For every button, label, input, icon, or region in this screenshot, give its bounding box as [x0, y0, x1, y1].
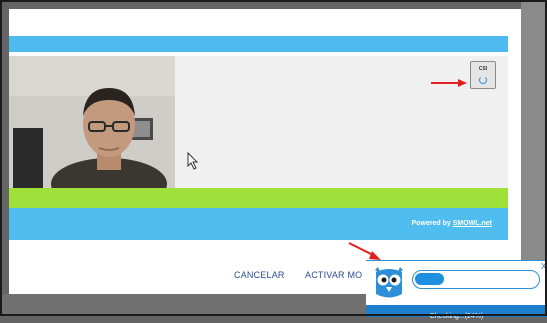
widget-status-bar: Checking...(24%) [366, 305, 547, 320]
arrow-annotation-icon [348, 242, 381, 260]
cursor-icon [187, 152, 199, 170]
powered-by-text: Powered by SMOWL.net [411, 220, 492, 227]
activate-button[interactable]: ACTIVAR MO [305, 270, 362, 280]
progress-bar [412, 270, 540, 289]
modal-footer-bar: Powered by SMOWL.net [9, 208, 508, 240]
camera-button-label: CSI [478, 66, 488, 72]
camera-refresh-button[interactable]: CSI [470, 61, 496, 89]
close-icon[interactable]: X [541, 262, 546, 271]
smowl-status-widget: X Checking...(24%) [366, 260, 547, 320]
powered-by-prefix: Powered by [411, 220, 453, 227]
cancel-button[interactable]: CANCELAR [234, 270, 285, 280]
webcam-image [9, 56, 175, 188]
owl-logo-icon [375, 267, 403, 298]
checking-status: Checking...(24%) [429, 313, 484, 320]
webcam-preview [9, 56, 175, 188]
modal-header-bar [9, 36, 508, 52]
arrow-annotation-icon [431, 79, 467, 87]
refresh-icon [479, 76, 487, 84]
status-bar-green [9, 188, 508, 208]
smowl-link[interactable]: SMOWL.net [453, 220, 492, 227]
camera-panel [175, 56, 508, 188]
progress-fill [415, 273, 444, 285]
